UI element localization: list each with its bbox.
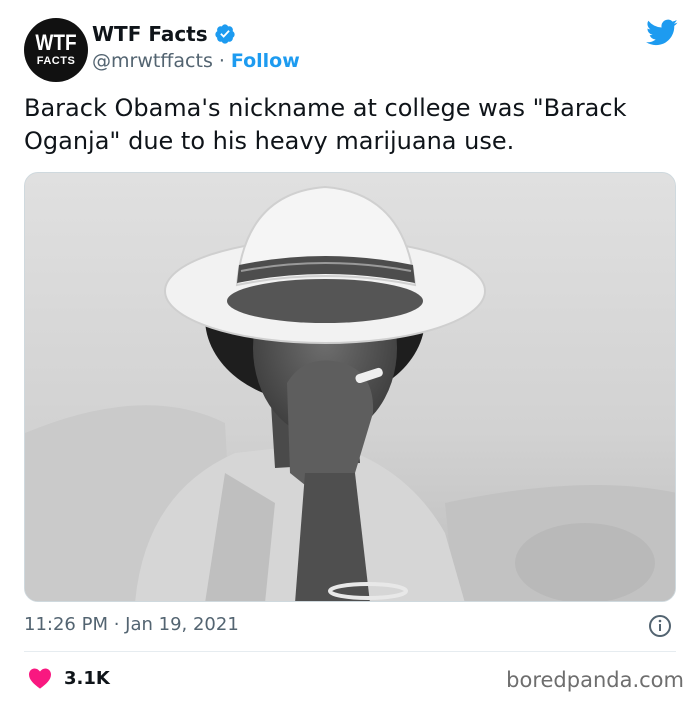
account-avatar[interactable]: WTF FACTS: [24, 18, 88, 82]
tweet-photo[interactable]: [24, 172, 676, 602]
heart-icon: [29, 668, 51, 689]
tweet-card: WTF FACTS WTF Facts @mrwtffacts · Follow…: [0, 0, 700, 704]
tweet-timestamp[interactable]: 11:26 PM · Jan 19, 2021: [24, 614, 239, 635]
handle-row: @mrwtffacts · Follow: [92, 50, 300, 72]
account-handle[interactable]: @mrwtffacts: [92, 50, 213, 72]
tweet-text: Barack Obama's nickname at college was "…: [24, 94, 627, 155]
avatar-text-line1: WTF: [35, 30, 77, 56]
source-watermark: boredpanda.com: [506, 668, 684, 692]
avatar-text-line2: FACTS: [36, 54, 76, 67]
like-button[interactable]: 3.1K: [28, 667, 110, 689]
twitter-bird-icon[interactable]: [646, 18, 678, 46]
photo-illustration: [25, 173, 675, 601]
display-name[interactable]: WTF Facts: [92, 22, 208, 46]
divider: [24, 651, 676, 652]
info-icon[interactable]: [648, 614, 672, 638]
like-count: 3.1K: [64, 667, 110, 689]
separator-dot: ·: [218, 50, 225, 72]
name-row: WTF Facts: [92, 22, 236, 46]
verified-badge-icon: [215, 24, 235, 44]
follow-button[interactable]: Follow: [231, 50, 300, 72]
